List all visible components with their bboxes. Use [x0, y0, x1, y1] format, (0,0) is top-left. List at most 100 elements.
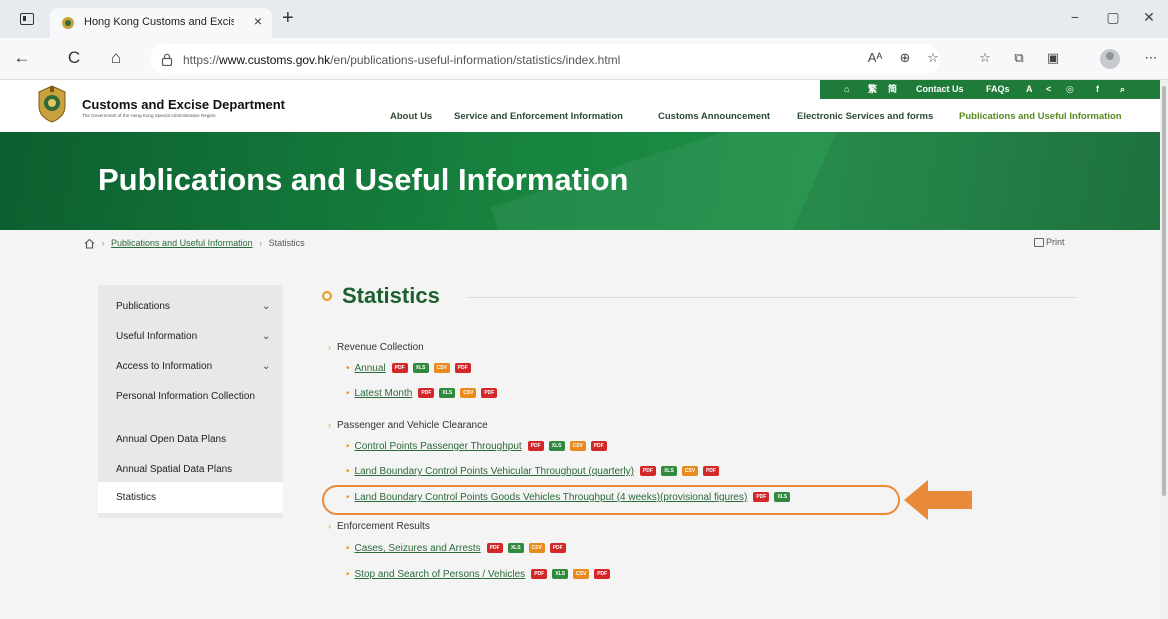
sidebar-item-label: Statistics — [116, 492, 157, 503]
sidebar-item-useful-information[interactable]: Useful Information ⌄ — [98, 330, 283, 344]
sidebar-item-label: Publications — [116, 301, 170, 312]
back-icon[interactable]: ← — [12, 49, 32, 67]
section-title: Passenger and Vehicle Clearance — [337, 420, 488, 431]
address-bar[interactable]: https://www.customs.gov.hk/en/publicatio… — [150, 44, 940, 74]
csv-icon[interactable]: CSV — [681, 466, 698, 477]
new-tab-icon[interactable]: + — [282, 8, 294, 28]
pdf-icon[interactable]: PDF — [418, 388, 435, 399]
nav-service-enforcement[interactable]: Service and Enforcement Information — [454, 111, 623, 122]
site-header: Customs and Excise Department The Govern… — [0, 80, 1160, 132]
add-favorite-icon[interactable]: ☆ — [924, 50, 942, 66]
csv-icon[interactable]: CSV — [433, 363, 450, 374]
pdf-icon[interactable]: PDF — [454, 363, 471, 374]
list-item: • Control Points Passenger Throughput PDF X… — [346, 440, 612, 454]
section-title: Enforcement Results — [337, 521, 430, 532]
link-vehicular-throughput[interactable]: Land Boundary Control Points Vehicular T… — [355, 466, 634, 477]
link-control-points-passenger[interactable]: Control Points Passenger Throughput — [355, 441, 522, 452]
csv-icon[interactable]: CSV — [460, 388, 477, 399]
side-nav: Publications ⌄ Useful Information ⌄ Acce… — [98, 285, 283, 518]
nav-publications[interactable]: Publications and Useful Information — [959, 111, 1122, 122]
home-icon[interactable]: ⌂ — [106, 49, 126, 67]
lang-simplified-link[interactable]: 简 — [888, 83, 897, 95]
maximize-icon[interactable]: ▢ — [1102, 9, 1124, 26]
tab-close-icon[interactable]: × — [254, 14, 262, 28]
profile-avatar[interactable] — [1100, 49, 1120, 69]
page-scrollbar[interactable] — [1160, 80, 1168, 619]
print-button[interactable]: Print — [1034, 237, 1065, 248]
utility-home-icon[interactable]: ⌂ — [844, 83, 849, 95]
link-stop-and-search[interactable]: Stop and Search of Persons / Vehicles — [355, 569, 526, 580]
utility-bar: ⌂ 繁 简 Contact Us FAQs A < ◎ f ⌕ — [820, 80, 1160, 99]
pdf-icon[interactable]: PDF — [639, 466, 656, 477]
breadcrumb-separator: › — [101, 238, 105, 248]
customs-emblem-logo[interactable] — [36, 84, 68, 124]
csv-icon[interactable]: CSV — [528, 543, 545, 554]
link-annual[interactable]: Annual — [355, 363, 386, 374]
bullet-icon: • — [346, 569, 350, 580]
close-window-icon[interactable]: ✕ — [1138, 9, 1160, 26]
pdf-icon[interactable]: PDF — [549, 543, 566, 554]
read-aloud-icon[interactable]: Aᴬ — [866, 50, 884, 66]
collections-icon[interactable]: ⧉ — [1010, 50, 1028, 66]
chevron-down-icon: ⌄ — [262, 301, 271, 312]
breadcrumb-link-publications[interactable]: Publications and Useful Information — [111, 238, 253, 248]
instagram-icon[interactable]: ◎ — [1066, 83, 1074, 95]
breadcrumb-current: Statistics — [268, 238, 305, 248]
link-cases-seizures-arrests[interactable]: Cases, Seizures and Arrests — [355, 543, 481, 554]
page-title: Statistics — [342, 283, 440, 308]
department-name[interactable]: Customs and Excise Department — [82, 97, 285, 112]
pdf-icon[interactable]: PDF — [594, 569, 611, 580]
sidebar-item-publications[interactable]: Publications ⌄ — [98, 300, 283, 314]
lang-traditional-link[interactable]: 繁 — [868, 83, 877, 95]
sidebar-item-label: Personal Information Collection — [116, 391, 255, 402]
refresh-icon[interactable]: C — [64, 49, 84, 67]
contact-us-link[interactable]: Contact Us — [916, 83, 964, 95]
nav-electronic-services[interactable]: Electronic Services and forms — [797, 111, 933, 122]
faqs-link[interactable]: FAQs — [986, 83, 1010, 95]
nav-customs-announcement[interactable]: Customs Announcement — [658, 111, 770, 122]
font-size-icon[interactable]: A — [1026, 83, 1033, 95]
csv-icon[interactable]: CSV — [569, 441, 586, 452]
breadcrumb-separator: › — [259, 238, 263, 248]
browser-tab[interactable]: Hong Kong Customs and Excise × — [50, 8, 272, 38]
xls-icon[interactable]: XLS — [439, 388, 456, 399]
sidebar-item-access-to-information[interactable]: Access to Information ⌄ — [98, 360, 283, 374]
sidebar-item-open-data-plans[interactable]: Annual Open Data Plans — [98, 433, 283, 447]
xls-icon[interactable]: XLS — [660, 466, 677, 477]
bullet-icon: • — [346, 543, 350, 554]
pdf-icon[interactable]: PDF — [531, 569, 548, 580]
chevron-right-icon: › — [328, 420, 331, 430]
list-item: • Annual PDF XLS CSV PDF — [346, 362, 476, 376]
browser-essentials-icon[interactable]: ▣ — [1044, 50, 1062, 66]
sidebar-item-statistics[interactable]: Statistics — [98, 482, 283, 513]
pdf-icon[interactable]: PDF — [527, 441, 544, 452]
nav-about-us[interactable]: About Us — [390, 111, 432, 122]
pdf-icon[interactable]: PDF — [590, 441, 607, 452]
lock-icon[interactable] — [161, 53, 173, 66]
breadcrumb-home-icon[interactable] — [84, 238, 95, 249]
tab-actions-icon[interactable] — [20, 13, 34, 25]
site-search-icon[interactable]: ⌕ — [1120, 83, 1125, 95]
pdf-icon[interactable]: PDF — [486, 543, 503, 554]
csv-icon[interactable]: CSV — [573, 569, 590, 580]
pdf-icon[interactable]: PDF — [702, 466, 719, 477]
facebook-icon[interactable]: f — [1096, 83, 1099, 95]
minimize-icon[interactable]: − — [1064, 9, 1086, 25]
pdf-icon[interactable]: PDF — [481, 388, 498, 399]
link-latest-month[interactable]: Latest Month — [355, 388, 413, 399]
zoom-icon[interactable]: ⊕ — [896, 50, 914, 66]
xls-icon[interactable]: XLS — [548, 441, 565, 452]
pdf-icon[interactable]: PDF — [391, 363, 408, 374]
xls-icon[interactable]: XLS — [507, 543, 524, 554]
sidebar-item-personal-information[interactable]: Personal Information Collection — [98, 390, 283, 418]
share-icon[interactable]: < — [1046, 83, 1051, 95]
more-options-icon[interactable]: ⋯ — [1142, 50, 1160, 66]
favorites-icon[interactable]: ☆ — [976, 50, 994, 66]
url-text: https://www.customs.gov.hk/en/publicatio… — [183, 53, 620, 67]
banner-title: Publications and Useful Information — [98, 162, 629, 197]
xls-icon[interactable]: XLS — [552, 569, 569, 580]
xls-icon[interactable]: XLS — [412, 363, 429, 374]
browser-titlebar: Hong Kong Customs and Excise × + − ▢ ✕ — [0, 0, 1168, 38]
sidebar-item-spatial-data-plans[interactable]: Annual Spatial Data Plans — [98, 463, 283, 477]
chevron-down-icon: ⌄ — [262, 331, 271, 342]
